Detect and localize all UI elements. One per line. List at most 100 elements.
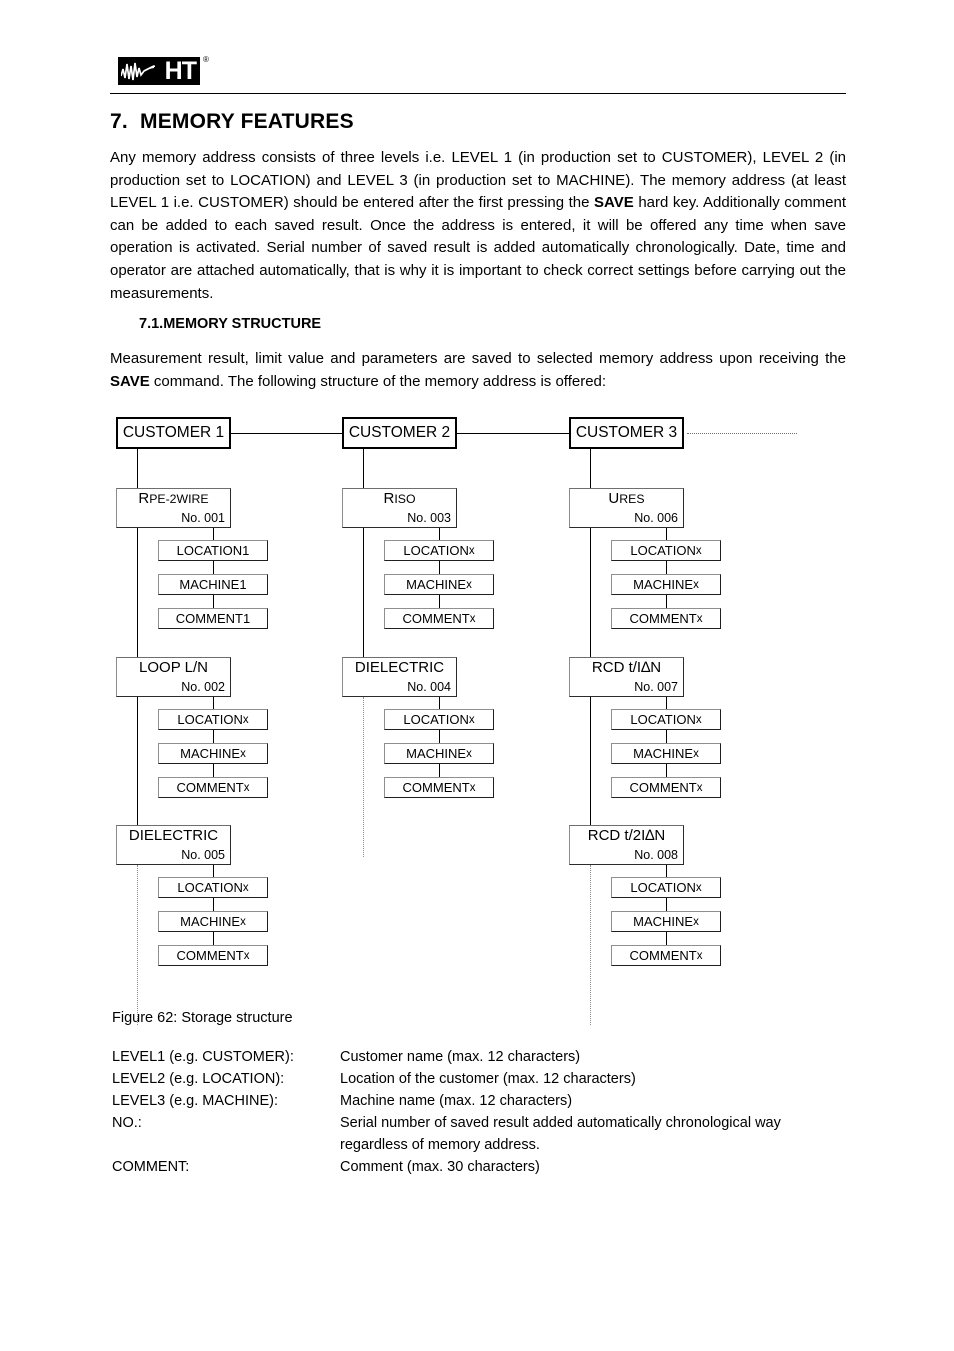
legend-description: Customer name (max. 12 characters) [340,1049,581,1065]
sub-box: COMMENT x [611,777,721,798]
legend-description: Location of the customer (max. 12 charac… [340,1071,636,1087]
sub-box-index: x [243,781,250,794]
sub-box: MACHINE x [611,743,721,764]
customer-connector [231,432,342,434]
customer-box: CUSTOMER 1 [116,417,231,449]
section-number: 7. [110,110,128,133]
sub-box: LOCATION x [158,709,268,730]
sub-box-index: x [695,881,702,894]
column-spine [363,449,365,657]
legend-description-continued: regardless of memory address. [340,1137,540,1153]
sub-box-index: x [695,544,702,557]
figure-caption: Figure 62: Storage structure [112,1010,293,1026]
legend-description: Serial number of saved result added auto… [340,1115,781,1131]
subsection-number: 7.1. [139,316,164,332]
sub-box-label: COMMENT [176,948,244,963]
measurement-box: RPE-2WIRE No. 001 [116,488,231,528]
measurement-box: DIELECTRIC No. 005 [116,825,231,865]
legend-term: LEVEL1 (e.g. CUSTOMER): [112,1049,294,1065]
measurement-serial-number: No. 007 [634,680,678,694]
measurement-serial-number: No. 003 [407,511,451,525]
legend-list: LEVEL1 (e.g. CUSTOMER): Customer name (ma… [112,1046,852,1178]
sub-box-index: x [242,713,249,726]
sub-connector [666,697,668,709]
measurement-serial-number: No. 002 [181,680,225,694]
customer-label: CUSTOMER 2 [348,424,451,441]
measurement-title: URES [570,490,683,507]
legend-row: LEVEL1 (e.g. CUSTOMER): Customer name (ma… [112,1046,852,1068]
sub-connector [666,730,668,743]
legend-description: Comment (max. 30 characters) [340,1159,540,1175]
sub-connector [213,730,215,743]
measurement-title: RCD t/2I∆N [587,827,666,844]
sub-box-label: COMMENT [629,611,697,626]
measurement-title: RCD t/I∆N [591,659,662,676]
sub-connector [213,932,215,945]
sub-connector [666,865,668,877]
sub-box-label: COMMENT [629,948,697,963]
sub-box: COMMENT x [384,777,494,798]
measurement-title-initial: U [608,490,620,507]
customer-box: CUSTOMER 2 [342,417,457,449]
sub-box: MACHINE x [384,743,494,764]
legend-row: COMMENT: Comment (max. 30 characters) [112,1156,852,1178]
sub-box-index: x [240,915,246,928]
sub-box-index: x [693,915,699,928]
measurement-title-rest: ISO [394,492,416,506]
measurement-box: RCD t/I∆N No. 007 [569,657,684,697]
legend-row: LEVEL2 (e.g. LOCATION): Location of the c… [112,1068,852,1090]
sub-box-label: LOCATION [630,712,696,727]
measurement-serial-number: No. 008 [634,848,678,862]
sub-box-label: LOCATION [177,712,243,727]
measurement-box: RCD t/2I∆N No. 008 [569,825,684,865]
measurement-box: RISO No. 003 [342,488,457,528]
sub-box-index: x [240,747,246,760]
sub-box: LOCATION x [384,540,494,561]
sub-box: COMMENT x [611,608,721,629]
sub-box-label: COMMENT [629,780,697,795]
sub-box-index: 1 [242,611,251,626]
sub-box: COMMENT x [158,945,268,966]
sub-box-label: MACHINE [179,577,240,592]
sub-box-label: MACHINE [180,914,241,929]
sub-box-index: x [468,544,475,557]
sub-box-label: LOCATION [177,880,243,895]
sub-box: COMMENT x [158,777,268,798]
sub-connector [439,528,441,540]
sub-box-index: x [693,578,699,591]
intro-paragraph: Any memory address consists of three lev… [110,147,846,305]
column-continuation-dots [590,865,591,1025]
sub-connector [213,898,215,911]
customer-connector [457,432,569,434]
sub-box-index: x [696,612,703,625]
legend-description: Machine name (max. 12 characters) [340,1093,573,1109]
waveform-logo-icon [121,62,155,81]
column-continuation-dots [137,865,138,1025]
measurement-title: RPE-2WIRE [117,490,230,507]
column-spine [137,449,139,825]
sub-box: COMMENT x [611,945,721,966]
header-divider [110,93,846,94]
measurement-title-rest: PE-2WIRE [149,492,209,506]
column-spine [590,449,592,825]
sub-box-label: MACHINE [633,746,694,761]
sub-connector [213,595,215,608]
sub-box-label: MACHINE [406,577,467,592]
sub-connector [666,764,668,777]
registered-mark: ® [203,55,209,64]
sub-box-label: LOCATION [403,543,469,558]
measurement-serial-number: No. 006 [634,511,678,525]
measurement-title-rest: RES [619,492,645,506]
sub-box: COMMENT x [384,608,494,629]
sub-box: MACHINE x [384,574,494,595]
measurement-serial-number: No. 004 [407,680,451,694]
sub-box: LOCATION x [384,709,494,730]
measurement-box: LOOP L/N No. 002 [116,657,231,697]
sub-box: MACHINE x [611,574,721,595]
sub-connector [666,898,668,911]
measurement-title-initial: R [383,490,395,507]
sub-box-index: x [466,578,472,591]
logo-text: HT [164,57,197,85]
sub-box-index: x [696,781,703,794]
sub-box-index: x [466,747,472,760]
